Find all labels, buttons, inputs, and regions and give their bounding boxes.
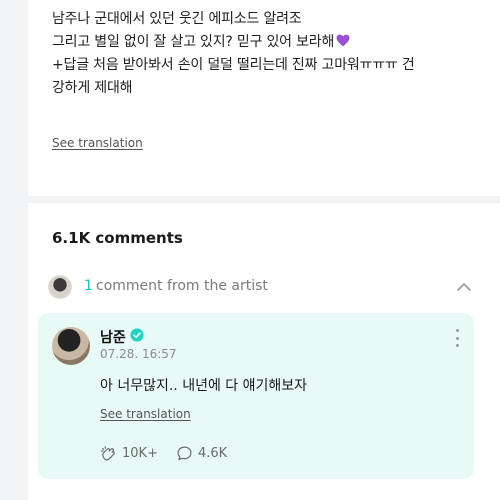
like-count: 10K+ [122, 445, 158, 461]
reply-button[interactable]: 4.6K [176, 443, 227, 463]
comment-author[interactable]: 남준 [100, 327, 126, 347]
post-body: 남주나 군대에서 있던 웃긴 에피소드 알려조 그리고 별일 없이 잘 살고 있… [52, 8, 482, 100]
comment-timestamp: 07.28. 16:57 [100, 347, 177, 361]
comments-section: 6.1K comments 1 comment from the artist … [28, 203, 500, 500]
reply-count: 4.6K [198, 445, 228, 461]
artist-comment-count: 1 [84, 278, 93, 294]
fan-post: 남주나 군대에서 있던 웃긴 에피소드 알려조 그리고 별일 없이 잘 살고 있… [28, 0, 500, 196]
clap-like-icon [100, 445, 115, 461]
post-see-translation-link[interactable]: See translation [52, 136, 143, 150]
verified-check-icon [130, 328, 144, 342]
post-line: +답글 처음 받아봐서 손이 덜덜 떨리는데 진짜 고마워ㅠㅠㅠ 건 [52, 57, 415, 73]
post-line: 그리고 별일 없이 잘 살고 있지? 믿구 있어 보라해 [52, 31, 482, 54]
chevron-up-icon[interactable] [456, 279, 472, 295]
avatar[interactable] [52, 327, 90, 365]
artist-comment-card: 남준 07.28. 16:57 아 너무많지.. 내년에 다 얘기해보자 See… [38, 313, 474, 479]
post-line: 강하게 제대해 [52, 80, 133, 96]
artist-comments-toggle[interactable]: 1 comment from the artist [48, 273, 478, 301]
like-button[interactable]: 10K+ [100, 443, 158, 463]
comments-count: 6.1K comments [52, 229, 183, 247]
speech-bubble-icon [177, 446, 192, 460]
artist-avatar [48, 275, 72, 299]
artist-comment-label: comment from the artist [96, 278, 268, 294]
post-line: 남주나 군대에서 있던 웃긴 에피소드 알려조 [52, 11, 302, 27]
comment-see-translation-link[interactable]: See translation [100, 407, 191, 421]
more-options-icon[interactable] [454, 329, 460, 347]
post-line-text: 그리고 별일 없이 잘 살고 있지? 믿구 있어 보라해 [52, 34, 335, 50]
purple-heart-icon [336, 34, 350, 47]
comment-text: 아 너무많지.. 내년에 다 얘기해보자 [100, 378, 308, 394]
